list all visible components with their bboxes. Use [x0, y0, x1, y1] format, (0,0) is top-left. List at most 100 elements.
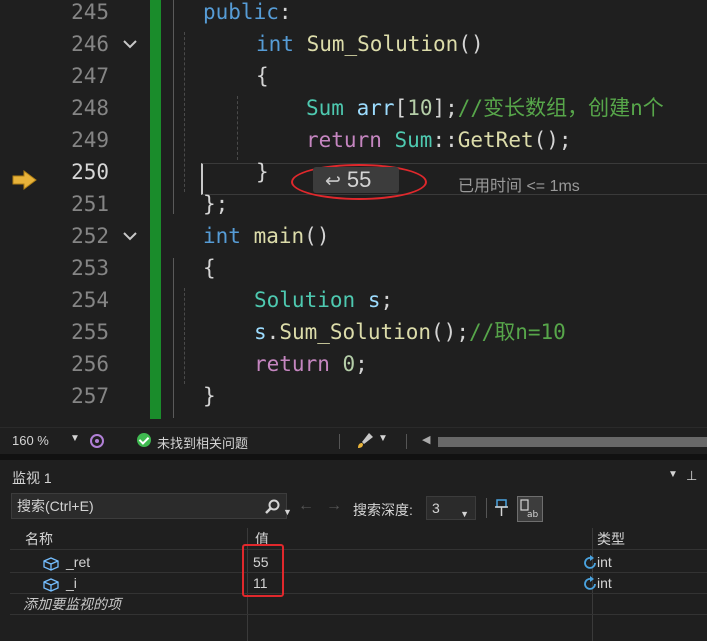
code-token: .	[266, 320, 280, 344]
code-token: //变长数组，创建n个	[457, 96, 664, 120]
watch-name: _ret	[66, 554, 91, 570]
refresh-icon[interactable]	[582, 576, 598, 592]
hex-display-button[interactable]: ab	[517, 496, 543, 522]
code-line[interactable]: Sum arr[10];//变长数组，创建n个	[306, 92, 664, 124]
code-token: public	[203, 0, 279, 24]
chevron-down-icon[interactable]: ▼	[283, 500, 292, 524]
code-token: 10	[407, 96, 433, 120]
fold-chevron-icon[interactable]	[119, 220, 141, 252]
code-line[interactable]: {	[203, 252, 216, 284]
code-token: ;	[380, 288, 394, 312]
line-number: 255	[71, 320, 109, 344]
svg-text:ab: ab	[527, 510, 539, 520]
code-line[interactable]: int Sum_Solution()	[256, 28, 484, 60]
editor-status-bar: 160 % ▼ 未找到相关问题 ▼ ◀	[0, 427, 707, 454]
issues-status[interactable]: 未找到相关问题	[157, 433, 248, 452]
return-value: 55	[346, 167, 372, 192]
chevron-down-icon[interactable]: ▼	[378, 433, 388, 444]
column-name[interactable]: 名称	[25, 528, 53, 550]
line-number: 254	[71, 288, 109, 312]
variable-icon	[43, 557, 59, 571]
return-arrow-icon: ↩	[325, 171, 341, 192]
code-line[interactable]: return 0;	[254, 348, 368, 380]
return-value-adornment[interactable]: ↩ 55	[313, 167, 399, 193]
line-number: 253	[71, 256, 109, 280]
divider	[339, 434, 340, 449]
arrow-left-icon[interactable]: ←	[298, 497, 314, 515]
code-token: };	[203, 192, 229, 216]
code-token: Sum	[394, 128, 433, 152]
scroll-left-icon[interactable]: ◀	[422, 433, 430, 446]
glyph-margin[interactable]	[0, 0, 45, 427]
code-area[interactable]: ↩ 55 已用时间 <= 1ms public: int Sum_Solution(…	[161, 0, 707, 427]
search-depth-label: 搜索深度:	[353, 502, 413, 518]
code-token: ();	[431, 320, 469, 344]
brush-icon[interactable]	[355, 431, 375, 451]
code-health-icon[interactable]	[88, 432, 106, 450]
add-watch-row[interactable]: 添加要监视的项	[10, 594, 707, 615]
code-line[interactable]: s.Sum_Solution();//取n=10	[254, 316, 566, 348]
refresh-icon[interactable]	[582, 555, 598, 571]
arrow-right-icon[interactable]: →	[326, 497, 342, 515]
search-depth-value: 3	[432, 500, 440, 516]
code-token: Sum_Solution	[279, 320, 432, 344]
search-icon[interactable]	[264, 499, 280, 515]
line-number-gutter: 245 246 247 248 249 250 251 252 253 254 255 256 257	[45, 0, 150, 427]
watch-name: _i	[66, 575, 77, 591]
zoom-level[interactable]: 160 %	[12, 433, 49, 448]
code-line[interactable]: public:	[203, 0, 292, 28]
search-depth-select[interactable]: 3 ▼	[426, 496, 476, 520]
code-token: Sum	[306, 96, 344, 120]
code-token: [	[394, 96, 408, 120]
code-token: GetRet	[457, 128, 534, 152]
search-input[interactable]: 搜索(Ctrl+E) ▼	[11, 493, 292, 519]
code-token: Sum_Solution	[306, 32, 459, 56]
code-line[interactable]: }	[203, 380, 216, 412]
code-line[interactable]: {	[256, 60, 269, 92]
code-token: {	[203, 256, 216, 280]
indent-guide	[237, 96, 238, 160]
line-number: 250	[71, 160, 109, 184]
code-token: return	[306, 128, 382, 152]
divider	[486, 498, 487, 518]
add-watch-placeholder[interactable]: 添加要监视的项	[23, 594, 121, 615]
fold-chevron-icon[interactable]	[119, 28, 141, 60]
scope-line	[173, 0, 174, 214]
chevron-down-icon: ▼	[460, 509, 469, 519]
pin-icon[interactable]	[494, 498, 512, 518]
line-number: 256	[71, 352, 109, 376]
line-number: 247	[71, 64, 109, 88]
code-token: main	[253, 224, 305, 248]
pin-icon[interactable]: ⊥	[686, 468, 697, 484]
code-token: return	[254, 352, 330, 376]
code-editor[interactable]: 245 246 247 248 249 250 251 252 253 254 255 256 257 …	[0, 0, 707, 427]
line-number: 251	[71, 192, 109, 216]
code-token: arr	[356, 96, 395, 120]
code-line[interactable]: };	[203, 188, 228, 220]
code-line[interactable]: Solution s;	[254, 284, 393, 316]
chevron-down-icon[interactable]: ▼	[668, 469, 678, 480]
code-token: 0	[342, 352, 356, 376]
search-placeholder: 搜索(Ctrl+E)	[17, 498, 94, 514]
watch-type: int	[597, 554, 612, 570]
elapsed-time: 已用时间 <= 1ms	[458, 178, 580, 195]
horizontal-scrollbar[interactable]	[438, 437, 707, 447]
chevron-down-icon[interactable]: ▼	[70, 433, 80, 444]
line-number: 248	[71, 96, 109, 120]
line-number: 257	[71, 384, 109, 408]
code-line[interactable]: }	[256, 156, 269, 188]
code-token: ();	[533, 128, 572, 152]
table-row[interactable]: _ret 55 int	[10, 552, 707, 573]
code-line[interactable]: int main()	[203, 220, 329, 252]
code-token: ()	[304, 224, 330, 248]
code-token: ::	[432, 128, 458, 152]
column-type[interactable]: 类型	[597, 528, 625, 550]
table-row[interactable]: _i 11 int	[10, 573, 707, 594]
code-line[interactable]: return Sum::GetRet();	[306, 124, 572, 156]
hex-display-icon: ab	[520, 499, 539, 520]
